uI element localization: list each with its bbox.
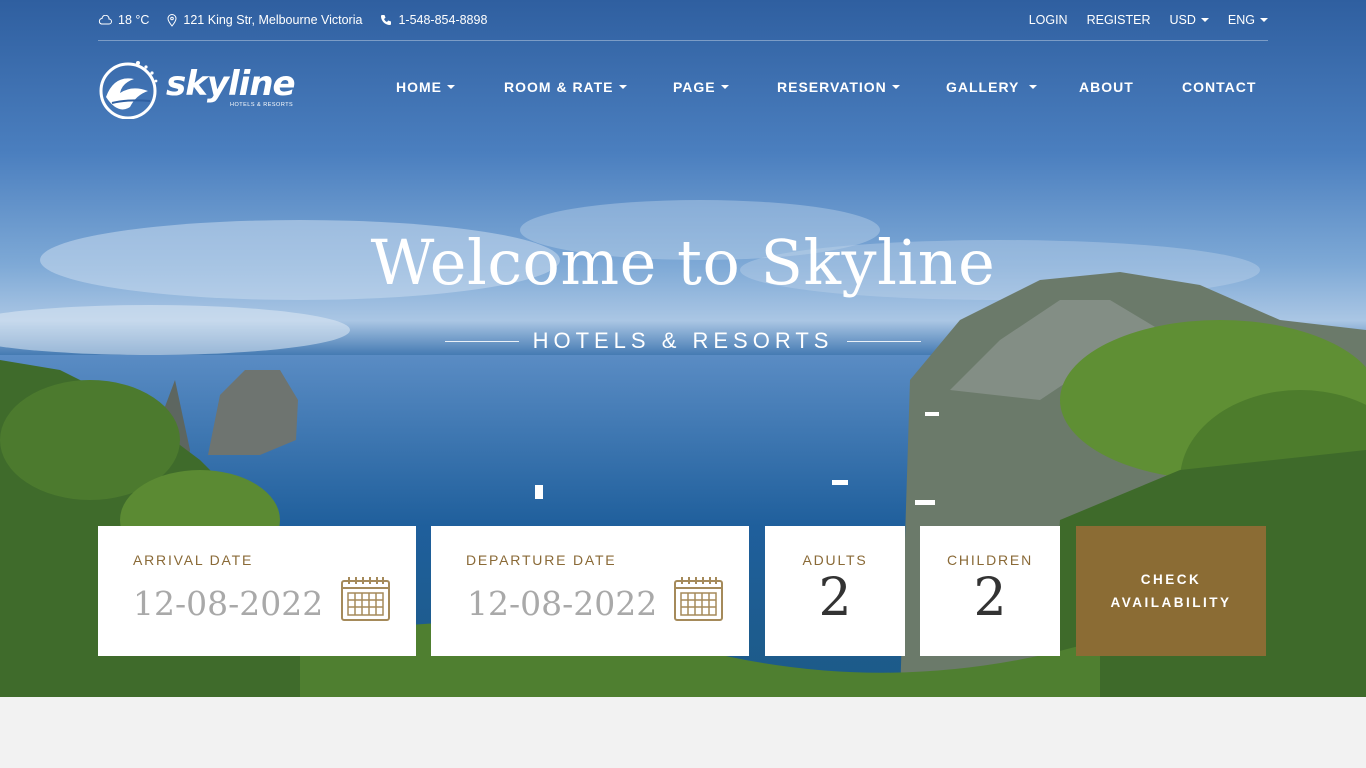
departure-date-field[interactable]: DEPARTURE DATE 12-08-2022 xyxy=(431,526,749,656)
chevron-down-icon xyxy=(447,85,455,89)
hero-title: Welcome to Skyline xyxy=(370,226,996,299)
nav-page-label: PAGE xyxy=(673,79,716,95)
chevron-down-icon xyxy=(1260,18,1268,22)
weather-text: 18 °C xyxy=(118,13,150,27)
address-text: 121 King Str, Melbourne Victoria xyxy=(183,13,363,27)
phone-icon xyxy=(380,14,392,26)
weather-info: 18 °C xyxy=(98,13,149,27)
nav-gallery[interactable]: GALLERY xyxy=(946,76,1038,98)
chevron-down-icon xyxy=(1200,18,1209,22)
nav-reservation-label: RESERVATION xyxy=(777,79,887,95)
calendar-icon[interactable] xyxy=(674,576,723,626)
arrival-date-field[interactable]: ARRIVAL DATE 12-08-2022 xyxy=(98,526,416,656)
hero-subtitle: HOTELS & RESORTS xyxy=(0,328,1366,354)
chevron-down-icon xyxy=(720,85,729,89)
register-link[interactable]: REGISTER xyxy=(1087,13,1151,27)
children-value[interactable]: 2 xyxy=(920,568,1060,628)
currency-dropdown[interactable]: USD xyxy=(1170,13,1209,27)
top-bar-info: 18 °C 121 King Str, Melbourne Victoria 1… xyxy=(98,13,505,27)
currency-value: USD xyxy=(1169,13,1196,27)
nav-page[interactable]: PAGE xyxy=(673,76,729,98)
address-info: 121 King Str, Melbourne Victoria xyxy=(167,13,362,27)
divider-line xyxy=(444,340,519,342)
language-value: ENG xyxy=(1227,13,1255,27)
cloud-icon xyxy=(98,15,112,25)
chevron-down-icon xyxy=(618,85,627,89)
nav-contact[interactable]: CONTACT xyxy=(1182,76,1256,98)
adults-value[interactable]: 2 xyxy=(765,568,905,628)
chevron-down-icon xyxy=(891,85,900,89)
adults-label: ADULTS xyxy=(802,552,868,568)
top-bar: 18 °C 121 King Str, Melbourne Victoria 1… xyxy=(98,0,1268,41)
check-availability-button[interactable]: CHECK AVAILABILITY xyxy=(1076,526,1266,656)
logo-tagline: HOTELS & RESORTS xyxy=(230,102,294,108)
location-pin-icon xyxy=(167,13,177,27)
children-field[interactable]: CHILDREN 2 xyxy=(920,526,1060,656)
children-label: CHILDREN xyxy=(947,552,1033,568)
language-dropdown[interactable]: ENG xyxy=(1228,13,1268,27)
phone-text[interactable]: 1-548-854-8898 xyxy=(398,13,487,27)
calendar-icon[interactable] xyxy=(341,576,390,626)
divider-line xyxy=(847,340,922,342)
nav-reservation[interactable]: RESERVATION xyxy=(777,76,900,98)
site-logo[interactable]: skyline HOTELS & RESORTS xyxy=(98,56,298,120)
arrival-date-label: ARRIVAL DATE xyxy=(133,552,254,568)
arrival-date-value[interactable]: 12-08-2022 xyxy=(133,584,323,623)
nav-about[interactable]: ABOUT xyxy=(1079,76,1134,98)
adults-field[interactable]: ADULTS 2 xyxy=(765,526,905,656)
departure-date-label: DEPARTURE DATE xyxy=(466,552,617,568)
nav-gallery-label: GALLERY xyxy=(946,79,1020,95)
phone-info: 1-548-854-8898 xyxy=(380,13,487,27)
swan-logo-icon xyxy=(99,61,158,119)
nav-about-label: ABOUT xyxy=(1079,79,1134,95)
check-availability-line2: AVAILABILITY xyxy=(1110,595,1232,610)
departure-date-value[interactable]: 12-08-2022 xyxy=(467,584,657,623)
nav-room-rate[interactable]: ROOM & RATE xyxy=(504,76,627,98)
nav-room-rate-label: ROOM & RATE xyxy=(504,79,614,95)
nav-contact-label: CONTACT xyxy=(1182,79,1257,95)
nav-home-label: HOME xyxy=(396,79,442,95)
logo-wordmark: skyline xyxy=(166,64,296,104)
nav-home[interactable]: HOME xyxy=(396,76,455,98)
chevron-down-icon xyxy=(1029,85,1038,89)
login-link[interactable]: LOGIN xyxy=(1029,13,1068,27)
top-bar-links: LOGIN REGISTER USD ENG xyxy=(1010,13,1268,27)
hero-subtitle-text: HOTELS & RESORTS xyxy=(532,328,834,353)
check-availability-line1: CHECK xyxy=(1140,572,1202,587)
